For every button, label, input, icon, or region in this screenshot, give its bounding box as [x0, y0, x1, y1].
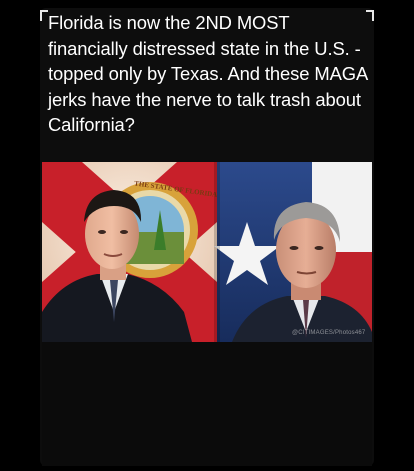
post-image[interactable]: THE STATE OF FLORIDA	[42, 162, 372, 342]
post-headline: Florida is now the 2ND MOST financially …	[48, 12, 368, 135]
crop-corner-top-left	[40, 10, 48, 21]
image-watermark: @CITIMAGES/Photos467	[292, 330, 366, 336]
politicians-composite-image: THE STATE OF FLORIDA	[42, 162, 372, 342]
empty-dark-area	[42, 342, 372, 466]
